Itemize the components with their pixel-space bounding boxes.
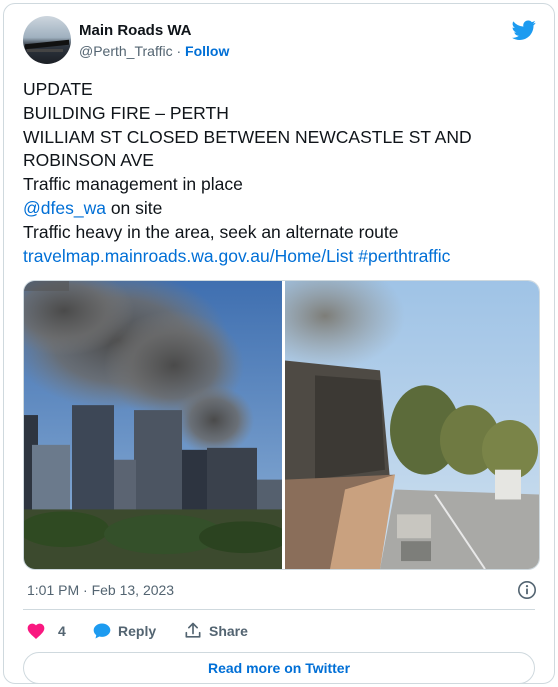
tweet-line-traffic: Traffic heavy in the area, seek an alter… [23, 221, 399, 242]
reply-label: Reply [118, 623, 157, 639]
follow-button[interactable]: Follow [185, 43, 229, 59]
hashtag-link[interactable]: #perthtraffic [358, 246, 450, 266]
url-link[interactable]: travelmap.mainroads.wa.gov.au/Home/List [23, 246, 353, 266]
city-skyline-smoke-photo[interactable] [24, 281, 282, 569]
share-button[interactable]: Share [183, 621, 248, 641]
tweet-line-5: Traffic management in place [23, 174, 243, 195]
divider [23, 609, 535, 610]
tweet-line-1: UPDATE [23, 79, 93, 99]
read-more-button[interactable]: Read more on Twitter [23, 652, 535, 684]
author-avatar[interactable] [23, 16, 71, 64]
tweet-line-4: ROBINSON AVE [23, 150, 154, 171]
tweet-line-3: WILLIAM ST CLOSED BETWEEN NEWCASTLE ST A… [23, 126, 472, 147]
tweet-line-2: BUILDING FIRE – PERTH [23, 102, 229, 123]
reply-button[interactable]: Reply [92, 621, 156, 641]
like-count: 4 [58, 623, 66, 639]
author-handle-row: @Perth_Traffic · Follow [79, 42, 229, 61]
twitter-bird-icon[interactable] [512, 18, 536, 42]
tweet-card: Main Roads WA @Perth_Traffic · Follow UP… [3, 3, 555, 684]
tweet-line-links: travelmap.mainroads.wa.gov.au/Home/List … [23, 245, 543, 269]
heart-icon [27, 623, 45, 639]
tweet-header: Main Roads WA @Perth_Traffic · Follow [23, 16, 538, 66]
tweet-text: UPDATE BUILDING FIRE – PERTH WILLIAM ST … [23, 78, 543, 268]
speech-bubble-icon [93, 623, 111, 639]
street-smoke-photo[interactable] [285, 281, 539, 569]
author-handle[interactable]: @Perth_Traffic [79, 43, 173, 59]
mention-suffix: on site [105, 197, 163, 218]
tweet-timestamp[interactable]: 1:01 PM · Feb 13, 2023 [27, 582, 174, 598]
share-icon [185, 622, 201, 638]
like-button[interactable]: 4 [26, 621, 66, 641]
avatar-bridge-shape [25, 39, 69, 50]
info-icon[interactable] [517, 580, 537, 600]
mention-link[interactable]: @dfes_wa [23, 198, 106, 218]
avatar-bridge-deck [27, 49, 63, 52]
handle-separator: · [176, 43, 182, 59]
author-info: Main Roads WA @Perth_Traffic · Follow [79, 21, 229, 61]
tweet-media [23, 280, 540, 570]
share-label: Share [209, 623, 248, 639]
author-name[interactable]: Main Roads WA [79, 21, 229, 40]
tweet-line-mention: @dfes_wa on site [23, 197, 543, 221]
